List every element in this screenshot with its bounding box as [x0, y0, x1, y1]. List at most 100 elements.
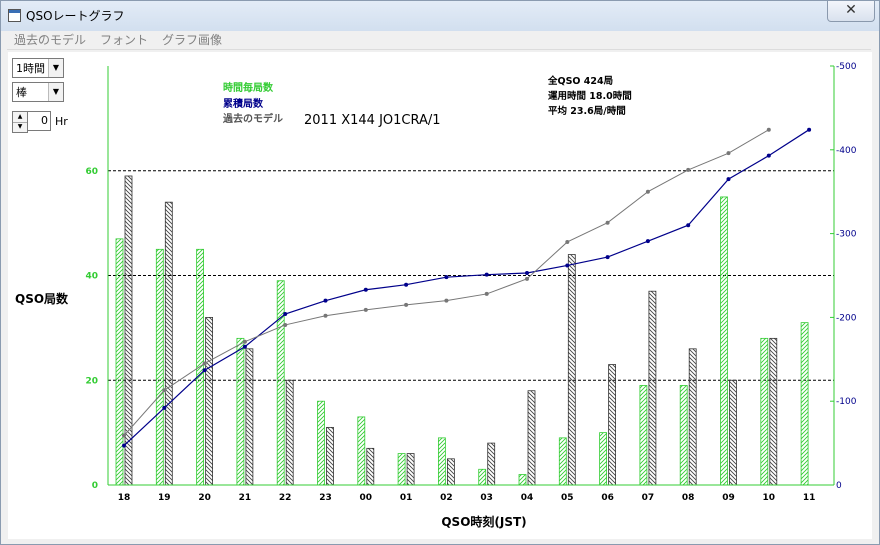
- point-cumulative: [444, 275, 449, 280]
- stat-average: 平均 23.6局/時間: [548, 105, 626, 117]
- bar-model: [366, 447, 375, 486]
- x-tick-label: 03: [480, 493, 493, 503]
- x-tick-label: 04: [521, 493, 534, 503]
- menu-bar: 過去のモデル フォント グラフ画像: [7, 32, 871, 50]
- legend-hourly: 時間毎局数: [223, 81, 274, 94]
- point-cumulative: [525, 270, 529, 275]
- bar-hourly: [196, 248, 205, 486]
- bar-model: [527, 390, 536, 486]
- point-cumulative: [122, 443, 126, 448]
- point-cumulative: [807, 127, 812, 132]
- point-cumulative: [283, 312, 288, 317]
- bar-model: [688, 348, 697, 486]
- title-bar[interactable]: QSOレートグラフ ✕: [1, 1, 879, 31]
- bar-model: [406, 453, 415, 486]
- x-tick-label: 07: [642, 493, 655, 503]
- bar-hourly: [437, 437, 446, 486]
- point-model: [766, 127, 771, 132]
- y2-tick-label: -300: [836, 230, 857, 240]
- point-model: [202, 361, 207, 366]
- point-cumulative: [484, 272, 489, 277]
- bar-hourly: [115, 238, 124, 486]
- point-model: [242, 339, 247, 344]
- bar-model: [205, 316, 214, 486]
- y2-tick-label: -200: [836, 313, 857, 323]
- bar-model: [326, 426, 334, 486]
- close-button[interactable]: ✕: [827, 1, 875, 22]
- point-model: [484, 291, 489, 296]
- x-tick-label: 18: [118, 493, 131, 503]
- x-tick-label: 09: [722, 493, 735, 503]
- point-model: [645, 189, 650, 194]
- bar-model: [648, 290, 657, 486]
- y-tick-label: 0: [92, 481, 98, 491]
- y-tick-label: 60: [85, 167, 98, 177]
- point-model: [686, 167, 691, 172]
- point-cumulative: [202, 368, 207, 373]
- window-title: QSOレートグラフ: [26, 9, 125, 23]
- bar-hourly: [236, 337, 245, 486]
- point-model: [444, 298, 449, 303]
- x-tick-label: 08: [682, 493, 695, 503]
- bar-hourly: [276, 280, 285, 486]
- point-model: [283, 322, 288, 327]
- qso-rate-window: QSOレートグラフ ✕ 過去のモデル フォント グラフ画像 1時間 ▼ 棒 ▼ …: [0, 0, 880, 545]
- y-tick-label: 20: [85, 376, 98, 386]
- x-tick-label: 01: [400, 493, 413, 503]
- y2-tick-label: -100: [836, 397, 857, 407]
- qso-rate-chart: 02040600-100-200-300-400-50018 19 20 21 22 23…: [15, 62, 857, 529]
- bar-model: [446, 458, 455, 486]
- bar-hourly: [760, 337, 769, 486]
- stat-total: 全QSO 424局: [547, 75, 613, 87]
- chart-area: 1時間 ▼ 棒 ▼ ▲ ▼ 0 Hr 0 20 40 60 0 -100-200…: [8, 52, 872, 539]
- point-cumulative: [726, 177, 731, 182]
- bar-hourly: [639, 385, 648, 486]
- legend-cumulative: 累積局数: [223, 97, 264, 110]
- x-axis-label: QSO時刻(JST): [441, 514, 526, 529]
- y2-tick-label: -400: [836, 146, 857, 156]
- point-cumulative: [565, 263, 570, 268]
- menu-font[interactable]: フォント: [100, 32, 148, 48]
- bar-hourly: [720, 196, 728, 486]
- bar-model: [729, 379, 737, 486]
- point-model: [363, 307, 368, 312]
- bar-model: [245, 348, 254, 486]
- bar-hourly: [599, 432, 607, 486]
- bar-hourly: [155, 248, 164, 486]
- bar-model: [608, 364, 616, 486]
- point-cumulative: [605, 255, 610, 260]
- point-model: [404, 302, 409, 307]
- x-tick-label: 00: [360, 493, 373, 503]
- point-cumulative: [686, 223, 691, 228]
- model-name: 2011 X144 JO1CRA/1: [304, 113, 441, 128]
- x-tick-label: 20: [198, 493, 211, 503]
- bar-model: [285, 379, 294, 486]
- x-tick-label: 11: [803, 493, 816, 503]
- point-cumulative: [766, 153, 771, 158]
- stat-operating-time: 運用時間 18.0時間: [548, 90, 632, 102]
- menu-graph-image[interactable]: グラフ画像: [162, 32, 222, 48]
- bar-model: [164, 201, 173, 486]
- x-tick-label: 02: [440, 493, 453, 503]
- bar-hourly: [317, 400, 325, 486]
- bar-hourly: [800, 322, 809, 486]
- point-model: [323, 313, 328, 318]
- bar-hourly: [558, 437, 567, 486]
- line-model-cumulative: [123, 129, 770, 436]
- menu-past-model[interactable]: 過去のモデル: [14, 32, 86, 48]
- point-model: [162, 388, 167, 393]
- point-cumulative: [242, 344, 247, 349]
- point-model: [525, 276, 529, 281]
- bar-model: [567, 254, 576, 486]
- bar-hourly: [478, 468, 487, 486]
- line-cumulative: [123, 129, 810, 447]
- bar-hourly: [357, 416, 366, 486]
- point-cumulative: [323, 298, 328, 303]
- app-icon: [8, 9, 21, 22]
- bar-hourly: [518, 474, 527, 486]
- y-tick-label: 40: [85, 272, 98, 282]
- x-tick-label: 10: [763, 493, 776, 503]
- point-cumulative: [363, 287, 368, 292]
- y-axis-label: QSO局数: [15, 291, 69, 306]
- y2-tick-label: -500: [836, 62, 857, 72]
